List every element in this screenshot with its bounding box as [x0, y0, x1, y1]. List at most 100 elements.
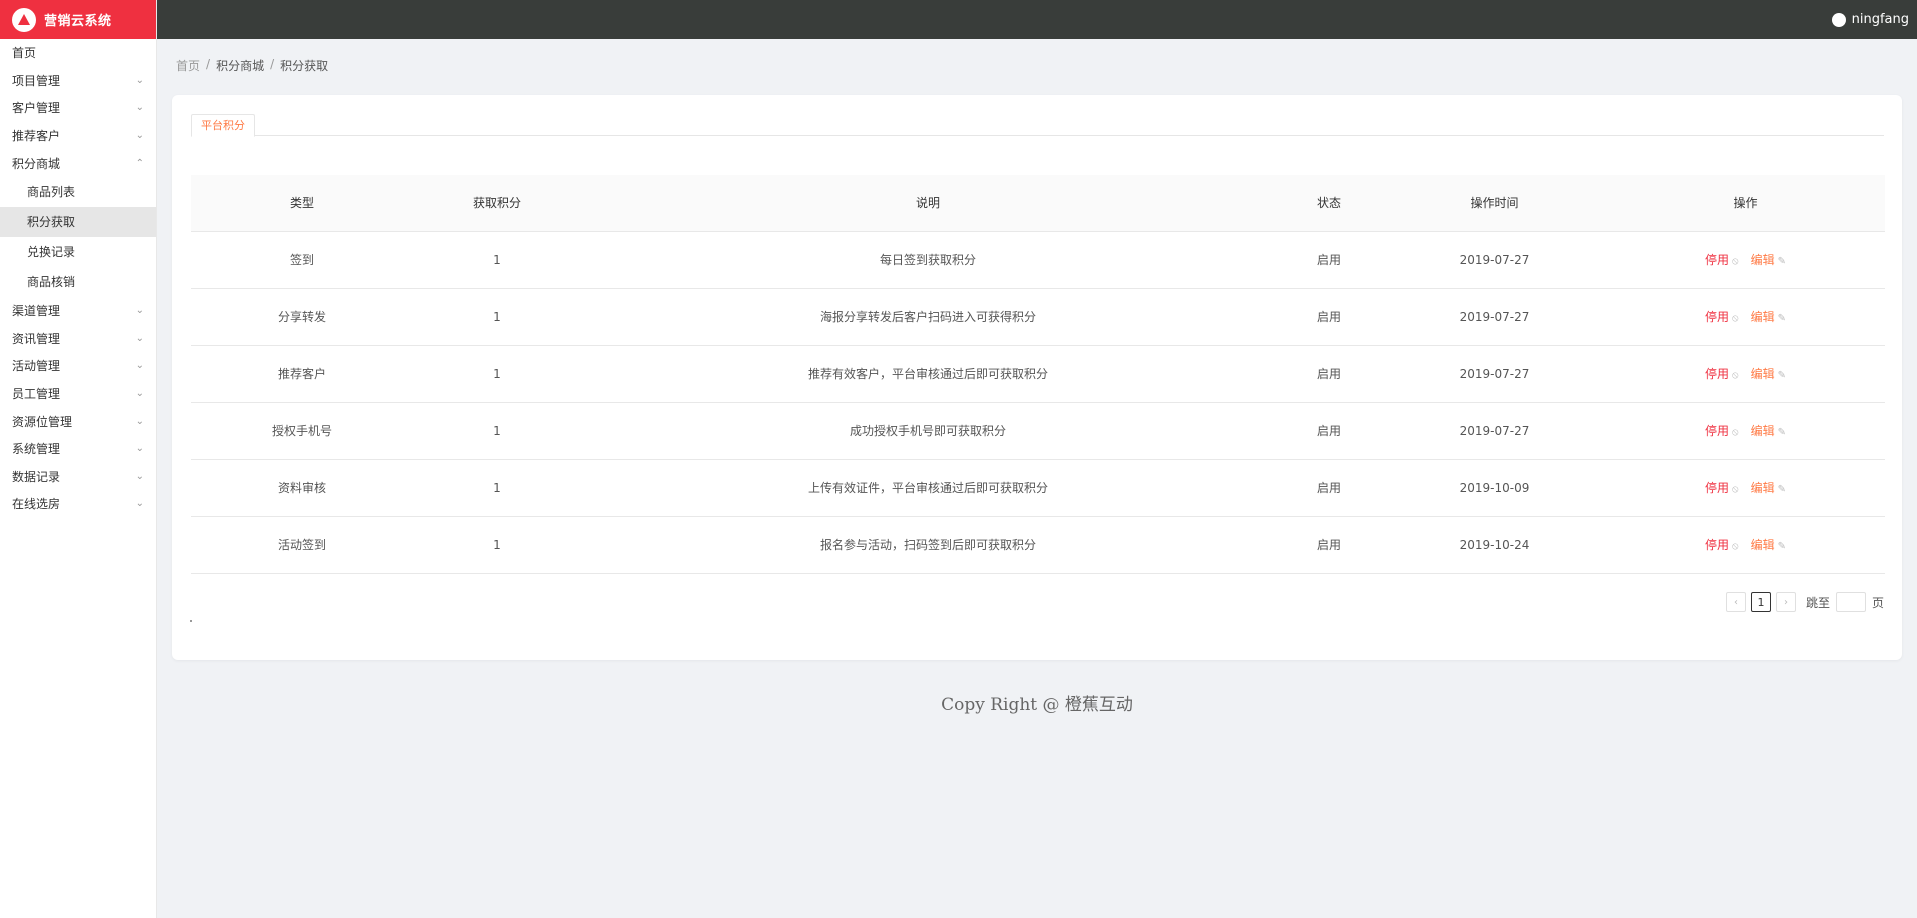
points-rules-table: 类型 获取积分 说明 状态 操作时间 操作 签到 1 每日签到获取积分 启用 2… — [191, 175, 1885, 574]
edit-button[interactable]: 编辑 ✎ — [1751, 253, 1786, 267]
disable-button[interactable]: 停用 ⦸ — [1705, 481, 1739, 495]
cell-points: 1 — [413, 459, 581, 517]
cell-status: 启用 — [1275, 345, 1383, 403]
chevron-down-icon: ⌄ — [135, 415, 144, 427]
col-time: 操作时间 — [1383, 175, 1606, 232]
table-row: 签到 1 每日签到获取积分 启用 2019-07-27 停用 ⦸ 编辑 ✎ — [191, 231, 1885, 289]
sidebar-item-resource-slots[interactable]: 资源位管理 ⌄ — [0, 407, 156, 435]
page-number-current[interactable]: 1 — [1750, 592, 1771, 612]
edit-button[interactable]: 编辑 ✎ — [1751, 310, 1786, 324]
cell-points: 1 — [413, 402, 581, 460]
cell-actions: 停用 ⦸ 编辑 ✎ — [1606, 231, 1885, 289]
sidebar-subitem-verification[interactable]: 商品核销 — [0, 267, 156, 297]
edit-icon: ✎ — [1777, 484, 1786, 495]
sidebar-item-system[interactable]: 系统管理 ⌄ — [0, 435, 156, 463]
edit-button[interactable]: 编辑 ✎ — [1751, 367, 1786, 381]
ban-icon: ⦸ — [1732, 370, 1739, 381]
breadcrumb-points-mall[interactable]: 积分商城 — [216, 57, 264, 74]
ban-icon: ⦸ — [1732, 541, 1739, 552]
cell-type: 分享转发 — [191, 288, 413, 346]
breadcrumb-separator: / — [206, 57, 211, 71]
edit-button[interactable]: 编辑 ✎ — [1751, 424, 1786, 438]
sidebar-item-points-mall[interactable]: 积分商城 ⌃ — [0, 149, 156, 177]
footer-copyright: Copy Right @ 橙蕉互动 — [941, 695, 1133, 715]
breadcrumb: 首页 / 积分商城 / 积分获取 — [176, 57, 328, 74]
disable-button[interactable]: 停用 ⦸ — [1705, 424, 1739, 438]
col-points: 获取积分 — [413, 175, 581, 232]
ban-icon: ⦸ — [1732, 313, 1739, 324]
username: ningfang — [1851, 12, 1909, 27]
cell-actions: 停用 ⦸ 编辑 ✎ — [1606, 402, 1885, 460]
breadcrumb-current: 积分获取 — [280, 59, 329, 73]
chevron-down-icon: ⌄ — [135, 388, 144, 400]
disable-button[interactable]: 停用 ⦸ — [1705, 253, 1739, 267]
edit-icon: ✎ — [1777, 313, 1786, 324]
table-row: 分享转发 1 海报分享转发后客户扫码进入可获得积分 启用 2019-07-27 … — [191, 288, 1885, 346]
cell-time: 2019-07-27 — [1383, 345, 1606, 403]
breadcrumb-separator: / — [270, 57, 275, 71]
cell-time: 2019-10-09 — [1383, 459, 1606, 517]
sidebar-item-staff[interactable]: 员工管理 ⌄ — [0, 380, 156, 408]
avatar — [1831, 12, 1846, 27]
sidebar-item-activities[interactable]: 活动管理 ⌄ — [0, 352, 156, 380]
table-row: 推荐客户 1 推荐有效客户，平台审核通过后即可获取积分 启用 2019-07-2… — [191, 345, 1885, 403]
cell-type: 资料审核 — [191, 459, 413, 517]
sidebar-item-data-records[interactable]: 数据记录 ⌄ — [0, 463, 156, 491]
ban-icon: ⦸ — [1732, 256, 1739, 267]
edit-button[interactable]: 编辑 ✎ — [1751, 538, 1786, 552]
sidebar-item-online-housing[interactable]: 在线选房 ⌄ — [0, 490, 156, 518]
sidebar-item-home[interactable]: 首页 — [0, 39, 156, 67]
edit-icon: ✎ — [1777, 541, 1786, 552]
sidebar-subitem-redemptions[interactable]: 兑换记录 — [0, 237, 156, 267]
page-suffix: 页 — [1871, 595, 1884, 610]
breadcrumb-home[interactable]: 首页 — [176, 57, 200, 74]
chevron-down-icon: ⌄ — [135, 74, 144, 86]
cell-description: 成功授权手机号即可获取积分 — [581, 402, 1275, 460]
tab-platform-points[interactable]: 平台积分 — [191, 114, 255, 137]
prev-page-button[interactable]: ‹ — [1725, 592, 1746, 612]
disable-button[interactable]: 停用 ⦸ — [1705, 310, 1739, 324]
sidebar-item-customers[interactable]: 客户管理 ⌄ — [0, 94, 156, 122]
cell-type: 活动签到 — [191, 516, 413, 574]
sidebar-subitem-points-earn[interactable]: 积分获取 — [0, 206, 156, 237]
table-row: 资料审核 1 上传有效证件，平台审核通过后即可获取积分 启用 2019-10-0… — [191, 459, 1885, 517]
table-header-row: 类型 获取积分 说明 状态 操作时间 操作 — [191, 175, 1885, 232]
sidebar-subitem-products[interactable]: 商品列表 — [0, 177, 156, 207]
disable-button[interactable]: 停用 ⦸ — [1705, 367, 1739, 381]
cell-type: 推荐客户 — [191, 345, 413, 403]
tab-bar: 平台积分 — [191, 114, 1884, 137]
sidebar-item-projects[interactable]: 项目管理 ⌄ — [0, 67, 156, 95]
chevron-down-icon: ⌄ — [135, 332, 144, 344]
cell-description: 报名参与活动，扫码签到后即可获取积分 — [581, 516, 1275, 574]
next-page-button[interactable]: › — [1775, 592, 1796, 612]
logo[interactable]: 营销云系统 — [0, 0, 156, 39]
sidebar-item-referrals[interactable]: 推荐客户 ⌄ — [0, 122, 156, 150]
cell-status: 启用 — [1275, 402, 1383, 460]
top-header: ningfang — [157, 0, 1917, 39]
table-row: 授权手机号 1 成功授权手机号即可获取积分 启用 2019-07-27 停用 ⦸ 编… — [191, 402, 1885, 460]
jump-page-input[interactable] — [1835, 592, 1866, 612]
stray-dot — [190, 620, 192, 622]
cell-time: 2019-07-27 — [1383, 402, 1606, 460]
cell-type: 授权手机号 — [191, 402, 413, 460]
col-actions: 操作 — [1606, 175, 1885, 232]
cell-time: 2019-10-24 — [1383, 516, 1606, 574]
cell-actions: 停用 ⦸ 编辑 ✎ — [1606, 459, 1885, 517]
col-type: 类型 — [191, 175, 413, 232]
cell-description: 每日签到获取积分 — [581, 231, 1275, 289]
sidebar: 营销云系统 首页 项目管理 ⌄ 客户管理 ⌄ 推荐客户 ⌄ 积分商城 ⌃ 商品列表 积分… — [0, 0, 157, 918]
jump-label: 跳至 — [1805, 595, 1830, 610]
edit-button[interactable]: 编辑 ✎ — [1751, 481, 1786, 495]
sidebar-item-news[interactable]: 资讯管理 ⌄ — [0, 325, 156, 353]
cell-type: 签到 — [191, 231, 413, 289]
chevron-down-icon: ⌄ — [135, 305, 144, 317]
sidebar-item-channels[interactable]: 渠道管理 ⌄ — [0, 297, 156, 325]
user-menu[interactable]: ningfang — [1831, 0, 1909, 39]
disable-button[interactable]: 停用 ⦸ — [1705, 538, 1739, 552]
cell-description: 上传有效证件，平台审核通过后即可获取积分 — [581, 459, 1275, 517]
ban-icon: ⦸ — [1732, 427, 1739, 438]
ban-icon: ⦸ — [1732, 484, 1739, 495]
cell-points: 1 — [413, 231, 581, 289]
chevron-down-icon: ⌄ — [135, 102, 144, 114]
chevron-down-icon: ⌄ — [135, 130, 144, 142]
